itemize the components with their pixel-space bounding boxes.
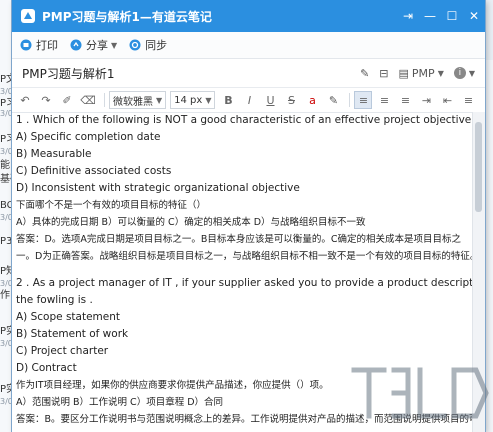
- note-line: the fowling is .: [16, 294, 93, 306]
- youdao-note-logo-icon: [21, 9, 35, 23]
- bg-fragment: 3/0: [0, 147, 13, 156]
- note-title[interactable]: PMP习题与解析1: [12, 65, 360, 82]
- format-painter-icon[interactable]: ✐: [58, 91, 76, 109]
- underline-icon[interactable]: U: [261, 91, 279, 109]
- note-line: 答案：B。要区分工作说明书与范围说明概念上的差异。工作说明提供对产品的描述，而范…: [16, 414, 476, 425]
- italic-icon[interactable]: I: [240, 91, 258, 109]
- share-icon: [70, 39, 82, 51]
- bg-fragment: 3/0: [0, 109, 13, 118]
- sync-button[interactable]: 同步: [129, 37, 167, 53]
- font-size-select[interactable]: 14 px ▼: [170, 91, 216, 109]
- clear-format-icon[interactable]: ⌫: [79, 91, 97, 109]
- note-line: D) Inconsistent with strategic organizat…: [16, 182, 300, 194]
- window-title: PMP习题与解析1—有道云笔记: [42, 9, 212, 24]
- chevron-down-icon: ▼: [437, 68, 444, 78]
- chevron-down-icon: ▼: [205, 95, 212, 105]
- strikethrough-icon[interactable]: S: [282, 91, 300, 109]
- note-title-row: PMP习题与解析1 ✎ ⊟ ▤ PMP ▼ i ▼: [12, 59, 485, 88]
- note-line: B) Statement of work: [16, 328, 129, 340]
- note-line: C) Definitive associated costs: [16, 165, 172, 177]
- minimize-icon[interactable]: —: [419, 0, 441, 32]
- redo-icon[interactable]: ↷: [37, 91, 55, 109]
- note-line: B) Measurable: [16, 148, 92, 160]
- align-left-icon[interactable]: ≡: [354, 91, 373, 109]
- note-line: 1 . Which of the following is NOT a good…: [16, 114, 476, 126]
- attachment-icon[interactable]: ⊟: [379, 67, 388, 80]
- info-icon: i: [453, 67, 466, 79]
- format-toolbar: ↶ ↷ ✐ ⌫ 微软雅黑 ▼ 14 px ▼ B I U S a ✎ ≡ ≡ ≡…: [12, 88, 485, 113]
- chevron-down-icon: ▼: [111, 40, 118, 50]
- notebook-selector[interactable]: ▤ PMP ▼: [399, 67, 444, 80]
- align-center-icon[interactable]: ≡: [375, 91, 393, 109]
- bg-fragment: 3/0: [0, 87, 13, 96]
- more-options-icon[interactable]: ≡: [459, 91, 477, 109]
- note-scrollbar[interactable]: [472, 112, 485, 432]
- title-bar[interactable]: PMP习题与解析1—有道云笔记 ⇥ — ☐ ✕: [12, 0, 485, 32]
- note-line: A）范围说明 B）工作说明 C）项目章程 D）合同: [16, 397, 224, 408]
- font-size-value: 14 px: [174, 94, 203, 106]
- note-line: 一。D为正确答案。战略组织目标是项目目标之一，与战略组织目标不相一致不是一个有效…: [16, 251, 476, 262]
- edit-icon[interactable]: ✎: [360, 67, 369, 80]
- undo-icon[interactable]: ↶: [16, 91, 34, 109]
- note-line: A）具体的完成日期 B）可以衡量的 C）确定的相关成本 D）与战略组织目标不一致: [16, 217, 366, 228]
- note-line: 作为IT项目经理，如果你的供应商要求你提供产品描述，你应提供（）项。: [16, 380, 329, 391]
- note-line: 下面哪个不是一个有效的项目目标的特征（）: [16, 200, 207, 211]
- note-body[interactable]: 1 . Which of the following is NOT a good…: [12, 112, 476, 432]
- maximize-icon[interactable]: ☐: [441, 0, 463, 32]
- bg-fragment: 3/0: [0, 213, 13, 222]
- info-button[interactable]: i ▼: [453, 67, 475, 79]
- align-right-icon[interactable]: ≡: [396, 91, 414, 109]
- note-line: 2 . As a project manager of IT , if your…: [16, 277, 476, 289]
- sync-label: 同步: [145, 39, 168, 52]
- print-label: 打印: [36, 39, 58, 52]
- bg-fragment: 3/0: [0, 279, 13, 288]
- notebook-label: PMP: [411, 66, 435, 80]
- chevron-down-icon: ▼: [468, 68, 475, 78]
- bold-icon[interactable]: B: [219, 91, 237, 109]
- chevron-down-icon: ▼: [156, 95, 163, 105]
- sync-icon: [129, 39, 141, 51]
- note-line: D) Contract: [16, 362, 77, 374]
- bg-fragment: P3: [0, 236, 13, 247]
- note-window: PMP习题与解析1—有道云笔记 ⇥ — ☐ ✕ 打印 分享 ▼ 同步 PMP习题…: [12, 0, 489, 432]
- note-line: A) Scope statement: [16, 311, 121, 323]
- font-family-select[interactable]: 微软雅黑 ▼: [109, 91, 167, 109]
- bg-fragment: 作: [0, 290, 10, 301]
- notebook-icon: ▤: [398, 66, 409, 80]
- print-button[interactable]: 打印: [20, 37, 58, 53]
- share-button[interactable]: 分享 ▼: [70, 37, 117, 53]
- note-line: C) Project charter: [16, 345, 109, 357]
- outdent-icon[interactable]: ⇤: [438, 91, 456, 109]
- highlight-icon[interactable]: ✎: [324, 91, 342, 109]
- pin-icon[interactable]: ⇥: [397, 0, 419, 32]
- font-family-value: 微软雅黑: [113, 96, 153, 108]
- font-color-icon[interactable]: a: [303, 91, 321, 109]
- note-toolbar: 打印 分享 ▼ 同步: [12, 32, 485, 59]
- close-icon[interactable]: ✕: [463, 0, 485, 32]
- divider: [349, 93, 351, 107]
- note-line: A) Specific completion date: [16, 131, 161, 143]
- bg-fragment: 3/0: [0, 339, 13, 348]
- bg-fragment: 能: [0, 160, 10, 171]
- scrollbar-thumb[interactable]: [475, 122, 482, 212]
- note-line: 答案：D。选项A完成日期是项目目标之一。B目标本身应该是可以衡量的。C确定的相关…: [16, 234, 461, 245]
- bg-fragment: 3/0: [0, 397, 13, 406]
- indent-icon[interactable]: ⇥: [417, 91, 435, 109]
- share-label: 分享: [86, 39, 108, 52]
- divider: [104, 93, 105, 107]
- print-icon: [20, 39, 32, 51]
